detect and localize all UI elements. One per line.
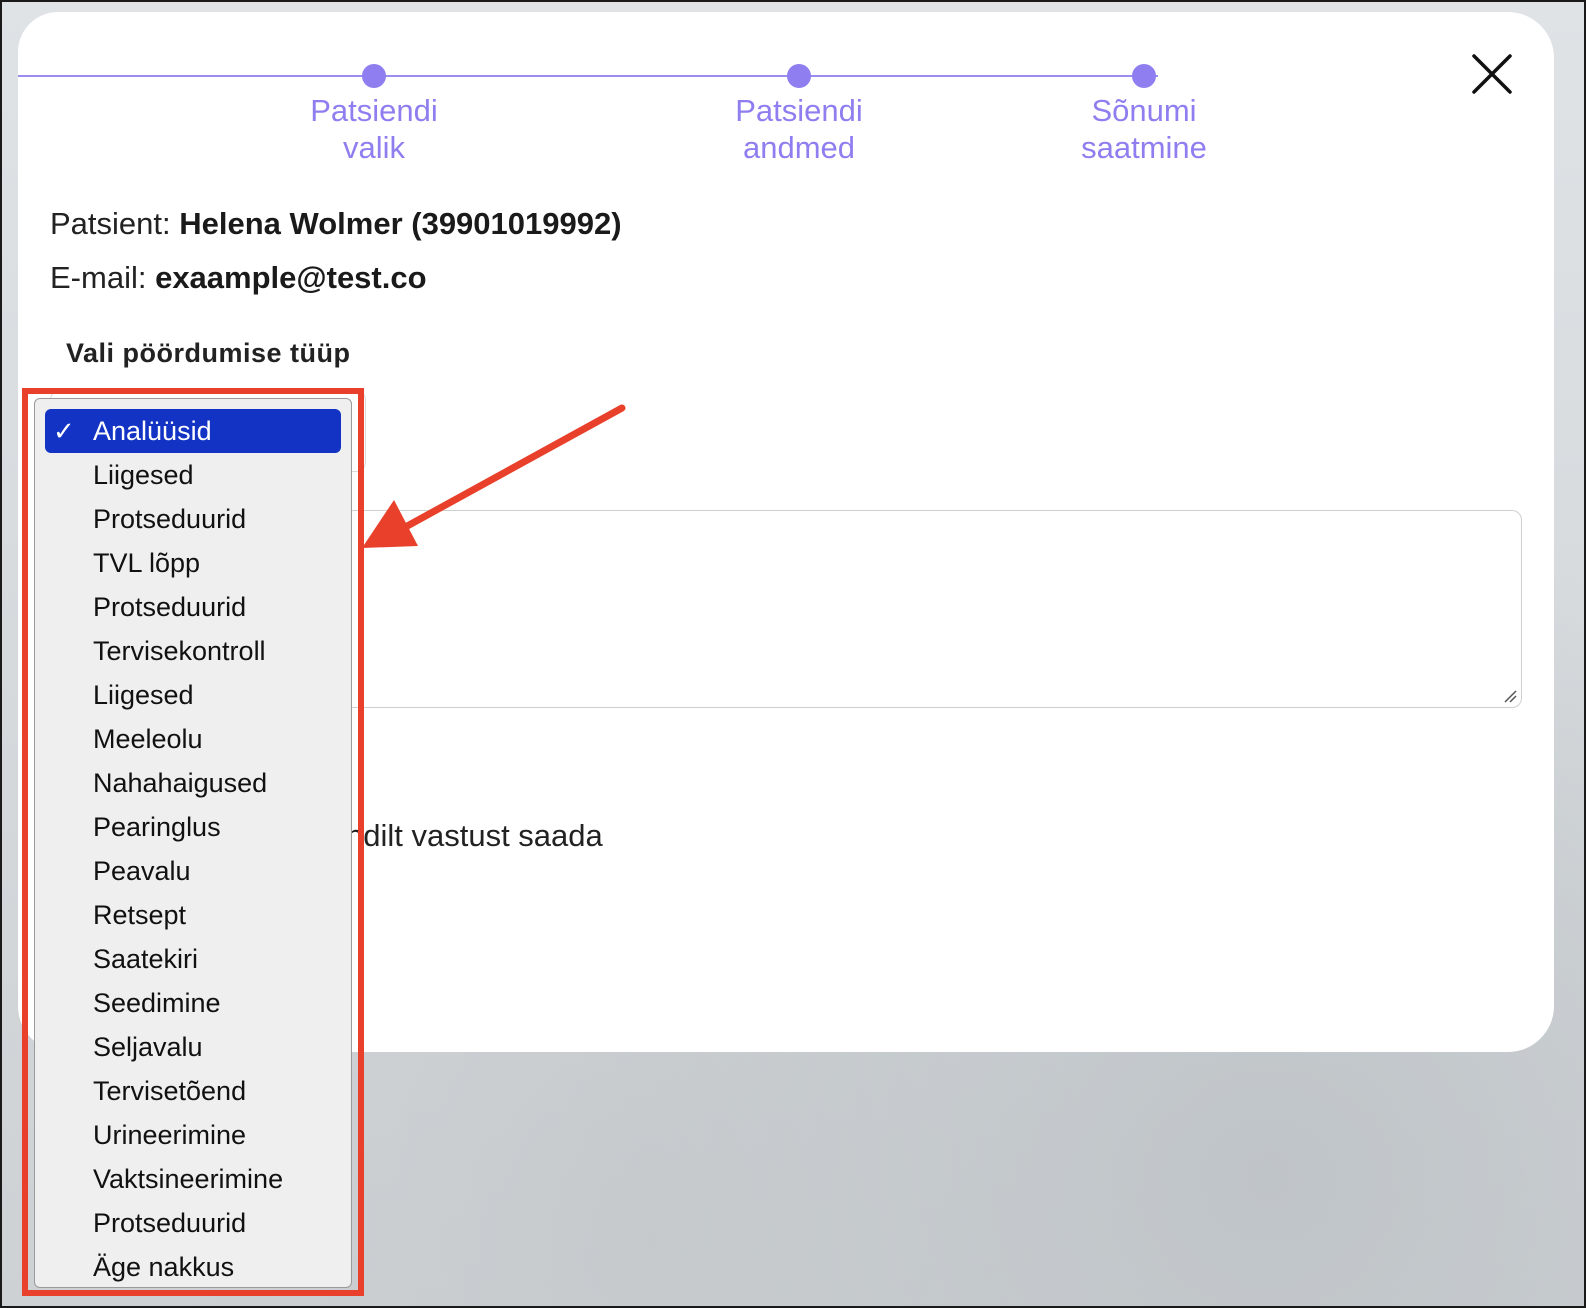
patient-info: Patsient: Helena Wolmer (39901019992) <box>50 206 622 242</box>
close-icon <box>1472 54 1512 94</box>
dropdown-option[interactable]: Retsept <box>45 893 341 937</box>
email-label: E-mail: <box>50 260 147 295</box>
dropdown-option[interactable]: Protseduurid <box>45 497 341 541</box>
dropdown-option-label: Protseduurid <box>93 592 247 622</box>
step-dot <box>1132 64 1156 88</box>
dropdown-option-label: Protseduurid <box>93 504 247 534</box>
dropdown-option-label: Äge nakkus <box>93 1252 235 1282</box>
reply-option-label[interactable]: ndilt vastust saada <box>346 818 666 854</box>
dropdown-option[interactable]: TVL lõpp <box>45 541 341 585</box>
dropdown-option-label: Peavalu <box>93 856 191 886</box>
type-dropdown-list[interactable]: ✓ Analüüsid Liigesed Protseduurid TVL lõpp Pr… <box>34 398 352 1288</box>
dropdown-option[interactable]: Peavalu <box>45 849 341 893</box>
dropdown-option-label: Tervisekontroll <box>93 636 266 666</box>
dropdown-option-label: Vaktsineerimine <box>93 1164 284 1194</box>
step-patient-selection[interactable]: Patsiendi valik <box>254 64 494 166</box>
step-label: Patsiendi valik <box>310 93 438 165</box>
stepper-line <box>18 75 1158 77</box>
step-dot <box>787 64 811 88</box>
dropdown-option-label: Tervisetõend <box>93 1076 247 1106</box>
dropdown-option-label: Meeleolu <box>93 724 203 754</box>
dropdown-option[interactable]: Vaktsineerimine <box>45 1157 341 1201</box>
dropdown-option[interactable]: Tervisetõend <box>45 1069 341 1113</box>
dropdown-option-label: Retsept <box>93 900 187 930</box>
dropdown-option-label: Liigesed <box>93 680 194 710</box>
email-value: exaample@test.co <box>155 260 427 295</box>
dropdown-option[interactable]: Pearinglus <box>45 805 341 849</box>
dropdown-option-label: Nahahaigused <box>93 768 268 798</box>
step-patient-data[interactable]: Patsiendi andmed <box>679 64 919 166</box>
dropdown-option-label: Liigesed <box>93 460 194 490</box>
dropdown-option-label: Seedimine <box>93 988 221 1018</box>
patient-label: Patsient: <box>50 206 171 241</box>
dropdown-option[interactable]: ✓ Analüüsid <box>45 409 341 453</box>
dropdown-option[interactable]: Nahahaigused <box>45 761 341 805</box>
step-label: Sõnumi saatmine <box>1081 93 1207 165</box>
dropdown-option-label: Saatekiri <box>93 944 199 974</box>
step-dot <box>362 64 386 88</box>
dropdown-option-label: Analüüsid <box>93 416 212 446</box>
checkmark-icon: ✓ <box>53 416 75 446</box>
dropdown-option[interactable]: Tervisekontroll <box>45 629 341 673</box>
step-label: Patsiendi andmed <box>735 93 863 165</box>
dropdown-option[interactable]: Urineerimine <box>45 1113 341 1157</box>
dropdown-option[interactable]: Saatekiri <box>45 937 341 981</box>
dropdown-option[interactable]: Protseduurid <box>45 1201 341 1245</box>
dropdown-option[interactable]: Seljavalu <box>45 1025 341 1069</box>
dropdown-option-label: Seljavalu <box>93 1032 203 1062</box>
dropdown-option[interactable]: Liigesed <box>45 673 341 717</box>
dropdown-option[interactable]: Protseduurid <box>45 585 341 629</box>
resize-grip-icon[interactable] <box>1503 689 1517 703</box>
dropdown-option[interactable]: Seedimine <box>45 981 341 1025</box>
dropdown-option-label: Urineerimine <box>93 1120 247 1150</box>
patient-name: Helena Wolmer (39901019992) <box>179 206 622 241</box>
dropdown-option[interactable]: Liigesed <box>45 453 341 497</box>
dropdown-option-label: Protseduurid <box>93 1208 247 1238</box>
dropdown-option-label: Pearinglus <box>93 812 221 842</box>
step-send-message[interactable]: Sõnumi saatmine <box>1024 64 1264 166</box>
dropdown-option-label: TVL lõpp <box>93 548 201 578</box>
email-info: E-mail: exaample@test.co <box>50 260 427 296</box>
dropdown-option[interactable]: Äge nakkus <box>45 1245 341 1289</box>
annotation-arrow-icon <box>362 404 626 548</box>
type-select-label: Vali pöördumise tüüp <box>66 338 351 368</box>
close-button[interactable] <box>1470 52 1514 96</box>
dropdown-option[interactable]: Meeleolu <box>45 717 341 761</box>
